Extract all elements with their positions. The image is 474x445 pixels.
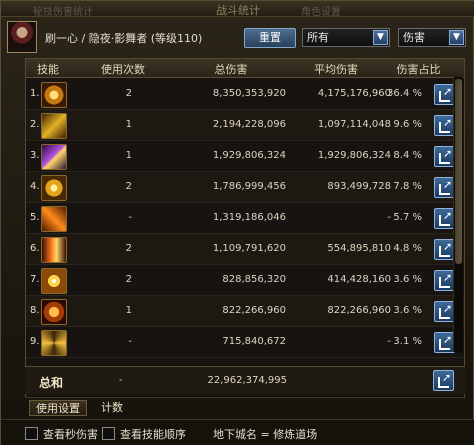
table-row[interactable]: 1. 2 8,350,353,920 4,175,176,960 36.4 % xyxy=(26,79,464,110)
table-row[interactable]: 9. - 715,840,672 - 3.1 % xyxy=(26,327,464,358)
row-index: 4. xyxy=(30,181,40,192)
table-row[interactable]: 2. 1 2,194,228,096 1,097,114,048 9.6 % xyxy=(26,110,464,141)
gold-burst-skill-icon[interactable] xyxy=(41,82,67,108)
row-uses: 2 xyxy=(125,88,132,99)
column-uses[interactable]: 使用次数 xyxy=(92,61,154,77)
row-share-button[interactable] xyxy=(434,301,455,322)
total-row: 总和 - 22,962,374,995 xyxy=(25,366,465,394)
table-row[interactable]: 8. 1 822,266,960 822,266,960 3.6 % xyxy=(26,296,464,327)
row-damage-share: 3.1 % xyxy=(393,336,422,347)
row-share-button[interactable] xyxy=(434,177,455,198)
row-damage-share: 4.8 % xyxy=(393,243,422,254)
character-avatar xyxy=(7,21,37,53)
chevron-down-icon[interactable]: ▼ xyxy=(373,30,388,45)
row-share-button[interactable] xyxy=(434,332,455,353)
row-share-button[interactable] xyxy=(434,270,455,291)
check-dps-label: 查看秒伤害 xyxy=(43,428,98,441)
table-row[interactable]: 5. - 1,319,186,046 - 5.7 % xyxy=(26,203,464,234)
row-uses: 2 xyxy=(125,243,132,254)
row-index: 7. xyxy=(30,274,40,285)
row-uses: 1 xyxy=(125,150,132,161)
row-uses: - xyxy=(128,336,132,347)
purple-strike-skill-icon[interactable] xyxy=(41,144,67,170)
fire-lance-skill-icon[interactable] xyxy=(41,237,67,263)
row-uses: 1 xyxy=(125,119,132,130)
row-index: 5. xyxy=(30,212,40,223)
scrollbar[interactable] xyxy=(453,77,463,352)
total-damage: 22,962,374,995 xyxy=(207,375,287,386)
row-uses: 2 xyxy=(125,274,132,285)
metric-filter-value: 伤害 xyxy=(403,31,425,44)
fire-sigil-skill-icon[interactable] xyxy=(41,299,67,325)
row-share-button[interactable] xyxy=(434,239,455,260)
footer-bar: 查看秒伤害 查看技能顺序 地下城名 = 修炼道场 xyxy=(1,419,474,445)
row-uses: 2 xyxy=(125,181,132,192)
row-index: 8. xyxy=(30,305,40,316)
row-share-button[interactable] xyxy=(434,115,455,136)
gold-slash-skill-icon[interactable] xyxy=(41,113,67,139)
row-index: 9. xyxy=(30,336,40,347)
skill-damage-table: 技能 使用次数 总伤害 平均伤害 伤害占比 1. 2 8,350,353,920… xyxy=(25,58,465,398)
row-damage-share: 3.6 % xyxy=(393,274,422,285)
row-uses: 1 xyxy=(125,305,132,316)
row-index: 3. xyxy=(30,150,40,161)
total-share-button[interactable] xyxy=(433,370,454,391)
dungeon-location: 地下城名 = 修炼道场 xyxy=(213,428,318,441)
stats-header: 刷一心 / 隐夜·影舞者 (等级110) 重置 所有 ▼ 伤害 ▼ xyxy=(1,17,474,57)
table-header: 技能 使用次数 总伤害 平均伤害 伤害占比 xyxy=(26,59,464,78)
metric-filter-select[interactable]: 伤害 ▼ xyxy=(398,28,466,47)
title-bar[interactable]: 秘技伤害统计 战斗统计 角色设置 xyxy=(1,1,474,18)
title-ghost-right: 角色设置 xyxy=(301,7,341,18)
total-uses: - xyxy=(119,375,123,386)
tab-usage-settings[interactable]: 使用设置 xyxy=(29,400,87,416)
table-row[interactable]: 6. 2 1,109,791,620 554,895,810 4.8 % xyxy=(26,234,464,265)
row-damage-share: 7.8 % xyxy=(393,181,422,192)
row-damage-share: 3.6 % xyxy=(393,305,422,316)
bottom-tabs: 使用设置 计数 xyxy=(25,397,465,417)
row-index: 2. xyxy=(30,119,40,130)
character-name: 刷一心 / 隐夜·影舞者 (等级110) xyxy=(45,32,203,45)
row-share-button[interactable] xyxy=(434,208,455,229)
window-title: 战斗统计 xyxy=(216,4,260,17)
target-filter-value: 所有 xyxy=(307,31,329,44)
table-row[interactable]: 3. 1 1,929,806,324 1,929,806,324 8.4 % xyxy=(26,141,464,172)
row-index: 6. xyxy=(30,243,40,254)
row-damage-share: 36.4 % xyxy=(387,88,422,99)
total-label: 总和 xyxy=(39,376,64,390)
reset-button[interactable]: 重置 xyxy=(244,28,296,48)
row-damage-share: 5.7 % xyxy=(393,212,422,223)
star-flash-skill-icon[interactable] xyxy=(41,268,67,294)
column-damage-share[interactable]: 伤害占比 xyxy=(371,61,466,77)
table-row[interactable]: 7. 2 828,856,320 414,428,160 3.6 % xyxy=(26,265,464,296)
gold-spiral-skill-icon[interactable] xyxy=(41,330,67,356)
column-skill[interactable]: 技能 xyxy=(32,61,64,77)
scrollbar-thumb[interactable] xyxy=(455,79,462,264)
check-dps-checkbox[interactable] xyxy=(25,427,38,440)
damage-stats-window: 秘技伤害统计 战斗统计 角色设置 刷一心 / 隐夜·影舞者 (等级110) 重置… xyxy=(0,0,474,445)
check-order-checkbox[interactable] xyxy=(102,427,115,440)
row-share-button[interactable] xyxy=(434,146,455,167)
column-total-damage[interactable]: 总伤害 xyxy=(176,61,286,77)
orange-blade-skill-icon[interactable] xyxy=(41,206,67,232)
row-uses: - xyxy=(128,212,132,223)
tab-count[interactable]: 计数 xyxy=(95,400,129,416)
check-order-label: 查看技能顺序 xyxy=(120,428,186,441)
chevron-down-icon[interactable]: ▼ xyxy=(449,30,464,45)
row-damage-share: 9.6 % xyxy=(393,119,422,130)
table-row[interactable]: 4. 2 1,786,999,456 893,499,728 7.8 % xyxy=(26,172,464,203)
row-damage-share: 8.4 % xyxy=(393,150,422,161)
target-filter-select[interactable]: 所有 ▼ xyxy=(302,28,390,47)
row-index: 1. xyxy=(30,88,40,99)
yellow-spin-skill-icon[interactable] xyxy=(41,175,67,201)
row-share-button[interactable] xyxy=(434,84,455,105)
